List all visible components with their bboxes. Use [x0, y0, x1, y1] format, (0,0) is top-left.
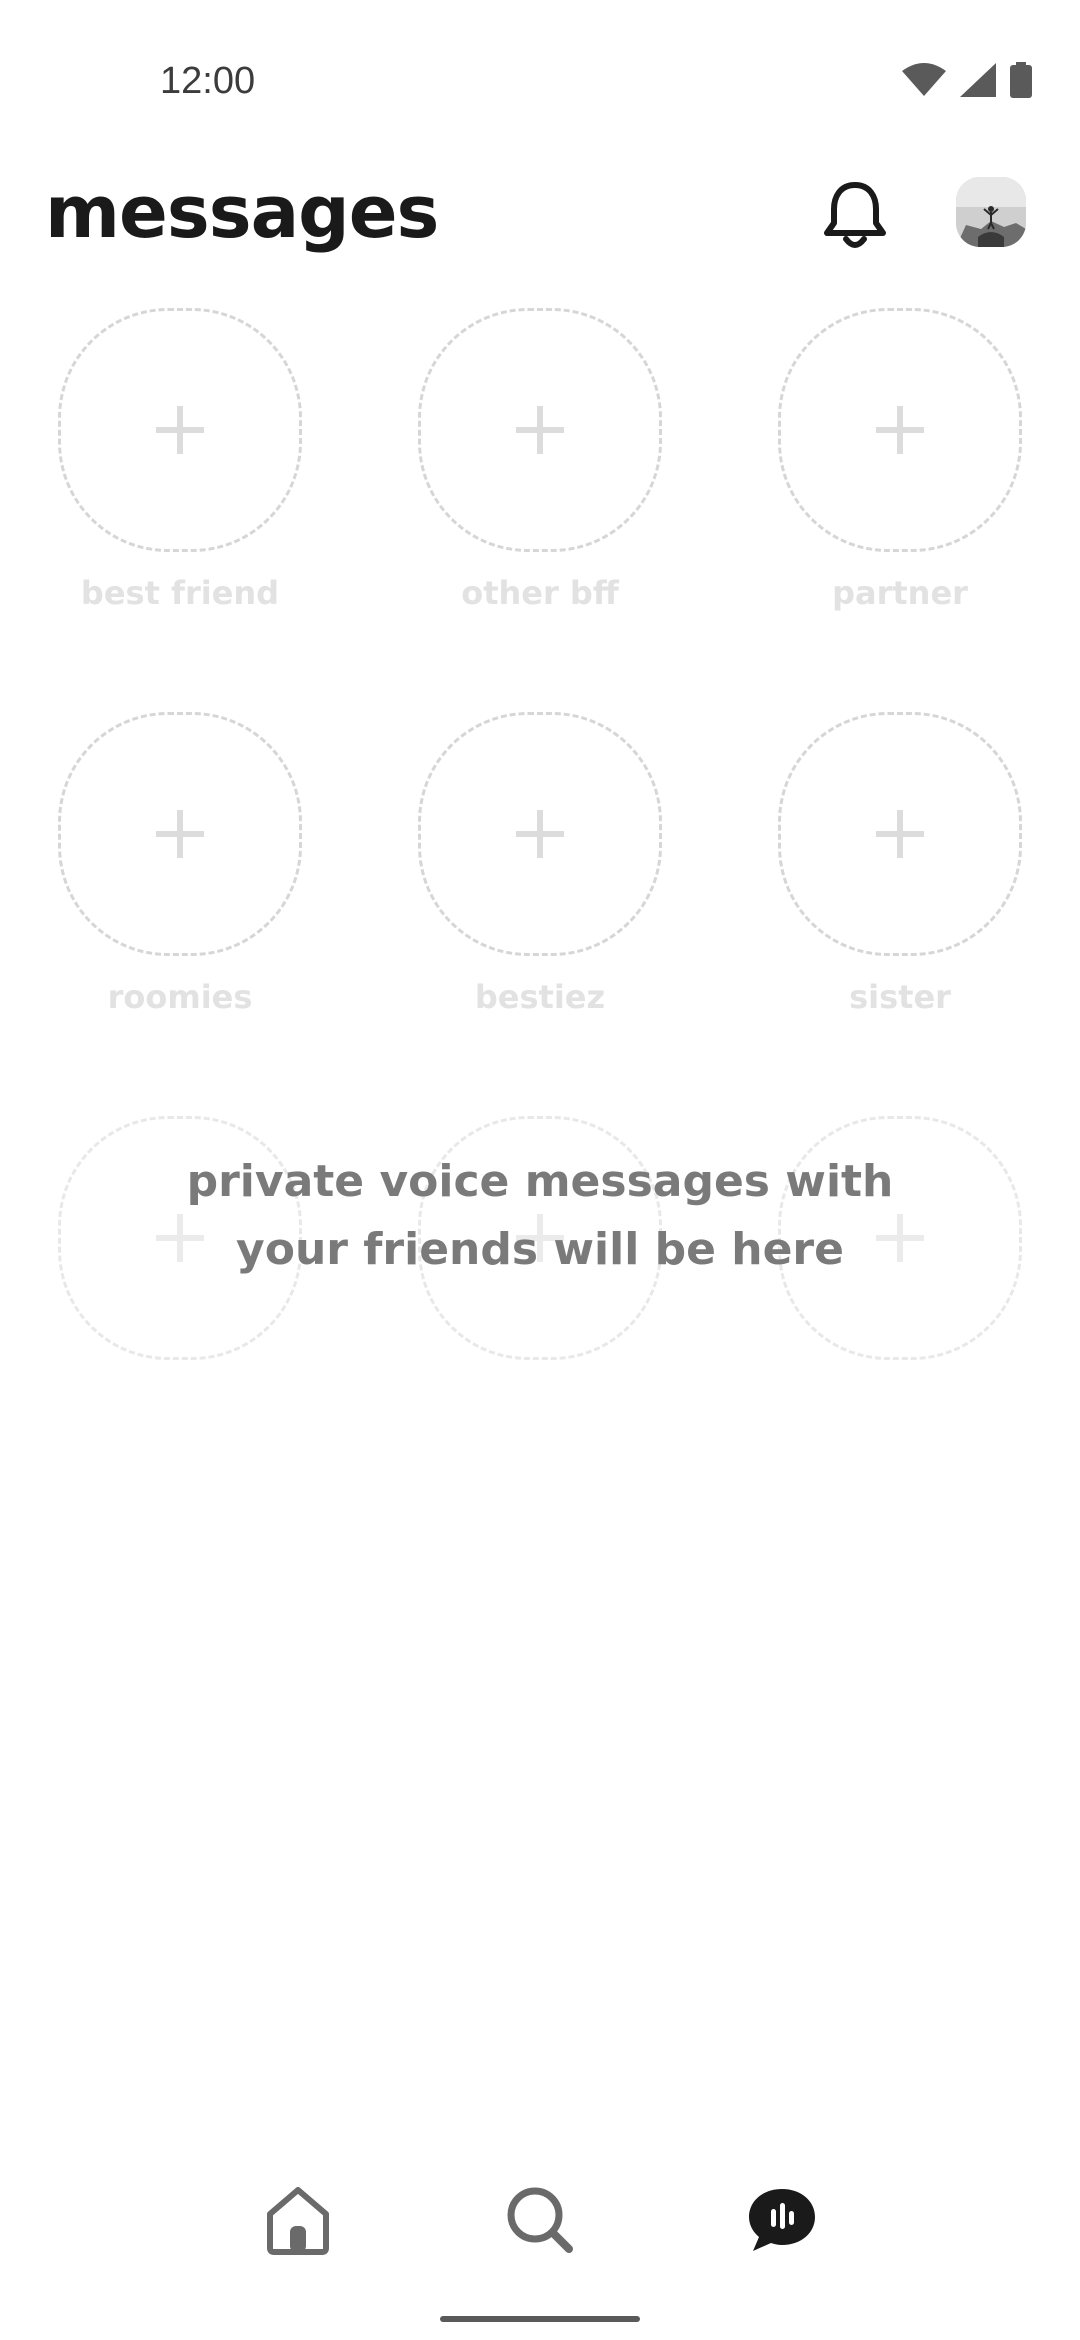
- wifi-icon: [902, 63, 946, 96]
- page-title: messages: [45, 170, 439, 254]
- home-icon: [267, 2187, 329, 2255]
- plus-icon: [516, 406, 564, 454]
- bell-icon: [824, 182, 886, 248]
- add-friend-slot[interactable]: [58, 712, 302, 956]
- notifications-button[interactable]: [818, 178, 892, 252]
- add-friend-slot[interactable]: [778, 712, 1022, 956]
- home-indicator[interactable]: [440, 2316, 640, 2322]
- avatar-photo: [956, 177, 1026, 247]
- nav-search-button[interactable]: [490, 2170, 590, 2270]
- status-icons: [902, 62, 1032, 98]
- plus-icon: [516, 810, 564, 858]
- header: messages: [0, 160, 1080, 280]
- nav-messages-button[interactable]: [732, 2170, 832, 2270]
- empty-state-message: private voice messages with your friends…: [140, 1148, 940, 1284]
- friend-slot[interactable]: best friend: [58, 308, 308, 612]
- add-friend-slot[interactable]: [418, 712, 662, 956]
- profile-avatar[interactable]: [956, 177, 1026, 247]
- plus-icon: [876, 406, 924, 454]
- battery-icon: [1010, 62, 1032, 98]
- friend-slot[interactable]: sister: [778, 712, 1028, 1016]
- slot-label: other bff: [461, 574, 619, 612]
- plus-icon: [876, 810, 924, 858]
- slot-label: best friend: [80, 574, 280, 612]
- status-time: 12:00: [160, 60, 256, 102]
- friend-slot[interactable]: bestiez: [418, 712, 668, 1016]
- plus-icon: [156, 810, 204, 858]
- slot-label: bestiez: [474, 978, 606, 1016]
- slot-label: partner: [832, 574, 968, 612]
- add-friend-slot[interactable]: [778, 308, 1022, 552]
- signal-icon: [960, 63, 996, 97]
- voice-messages-icon: [749, 2189, 815, 2251]
- plus-icon: [156, 406, 204, 454]
- friend-slot[interactable]: roomies: [58, 712, 308, 1016]
- add-friend-slot[interactable]: [58, 308, 302, 552]
- nav-home-button[interactable]: [248, 2170, 348, 2270]
- friend-slot[interactable]: other bff: [418, 308, 668, 612]
- empty-state-line-2: your friends will be here: [236, 1224, 844, 1275]
- friend-slot[interactable]: partner: [778, 308, 1028, 612]
- search-icon: [507, 2187, 573, 2253]
- bottom-navigation: [0, 2170, 1080, 2270]
- empty-state-line-1: private voice messages with: [186, 1156, 894, 1207]
- slot-label: roomies: [107, 978, 253, 1016]
- status-bar: 12:00: [0, 0, 1080, 160]
- add-friend-slot[interactable]: [418, 308, 662, 552]
- slot-label: sister: [849, 978, 951, 1016]
